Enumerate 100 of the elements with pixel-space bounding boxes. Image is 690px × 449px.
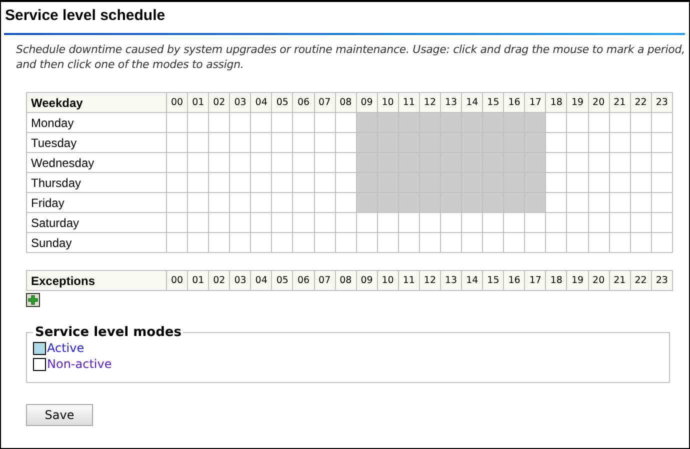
time-slot[interactable] — [292, 172, 314, 192]
time-slot[interactable] — [208, 112, 230, 132]
time-slot[interactable] — [566, 212, 588, 232]
add-exception-button[interactable] — [26, 293, 40, 307]
time-slot[interactable] — [419, 212, 441, 232]
time-slot[interactable] — [230, 232, 251, 252]
time-slot[interactable] — [166, 232, 188, 252]
time-slot[interactable] — [230, 212, 251, 232]
time-slot[interactable] — [630, 232, 652, 252]
time-slot[interactable] — [314, 212, 336, 232]
marked-time-slot[interactable] — [524, 192, 546, 212]
marked-time-slot[interactable] — [356, 132, 378, 152]
time-slot[interactable] — [250, 192, 272, 212]
time-slot[interactable] — [546, 232, 567, 252]
time-slot[interactable] — [609, 152, 630, 172]
marked-time-slot[interactable] — [524, 112, 546, 132]
marked-time-slot[interactable] — [440, 112, 462, 132]
time-slot[interactable] — [188, 212, 209, 232]
time-slot[interactable] — [630, 172, 652, 192]
time-slot[interactable] — [335, 212, 356, 232]
time-slot[interactable] — [208, 192, 230, 212]
time-slot[interactable] — [166, 172, 188, 192]
time-slot[interactable] — [188, 132, 209, 152]
marked-time-slot[interactable] — [356, 192, 378, 212]
time-slot[interactable] — [292, 152, 314, 172]
time-slot[interactable] — [292, 232, 314, 252]
time-slot[interactable] — [462, 212, 483, 232]
time-slot[interactable] — [230, 192, 251, 212]
time-slot[interactable] — [314, 172, 336, 192]
time-slot[interactable] — [250, 232, 272, 252]
time-slot[interactable] — [188, 192, 209, 212]
time-slot[interactable] — [504, 212, 525, 232]
time-slot[interactable] — [314, 192, 336, 212]
time-slot[interactable] — [335, 112, 356, 132]
time-slot[interactable] — [335, 132, 356, 152]
marked-time-slot[interactable] — [377, 192, 398, 212]
time-slot[interactable] — [250, 172, 272, 192]
time-slot[interactable] — [335, 192, 356, 212]
time-slot[interactable] — [230, 112, 251, 132]
time-slot[interactable] — [588, 132, 610, 152]
time-slot[interactable] — [462, 232, 483, 252]
time-slot[interactable] — [398, 232, 420, 252]
marked-time-slot[interactable] — [440, 192, 462, 212]
time-slot[interactable] — [166, 112, 188, 132]
time-slot[interactable] — [230, 132, 251, 152]
time-slot[interactable] — [588, 232, 610, 252]
marked-time-slot[interactable] — [419, 112, 441, 132]
time-slot[interactable] — [356, 212, 378, 232]
time-slot[interactable] — [546, 112, 567, 132]
time-slot[interactable] — [588, 172, 610, 192]
time-slot[interactable] — [272, 152, 293, 172]
time-slot[interactable] — [482, 232, 504, 252]
time-slot[interactable] — [250, 112, 272, 132]
marked-time-slot[interactable] — [462, 192, 483, 212]
time-slot[interactable] — [208, 212, 230, 232]
time-slot[interactable] — [630, 132, 652, 152]
time-slot[interactable] — [356, 232, 378, 252]
time-slot[interactable] — [377, 212, 398, 232]
time-slot[interactable] — [546, 172, 567, 192]
time-slot[interactable] — [188, 112, 209, 132]
time-slot[interactable] — [546, 152, 567, 172]
marked-time-slot[interactable] — [462, 112, 483, 132]
time-slot[interactable] — [419, 232, 441, 252]
time-slot[interactable] — [188, 232, 209, 252]
time-slot[interactable] — [504, 232, 525, 252]
marked-time-slot[interactable] — [398, 192, 420, 212]
time-slot[interactable] — [272, 212, 293, 232]
time-slot[interactable] — [272, 232, 293, 252]
time-slot[interactable] — [609, 172, 630, 192]
time-slot[interactable] — [188, 152, 209, 172]
time-slot[interactable] — [250, 152, 272, 172]
time-slot[interactable] — [188, 172, 209, 192]
marked-time-slot[interactable] — [504, 112, 525, 132]
time-slot[interactable] — [250, 132, 272, 152]
time-slot[interactable] — [630, 112, 652, 132]
time-slot[interactable] — [314, 112, 336, 132]
time-slot[interactable] — [566, 172, 588, 192]
time-slot[interactable] — [524, 212, 546, 232]
marked-time-slot[interactable] — [377, 112, 398, 132]
time-slot[interactable] — [272, 112, 293, 132]
time-slot[interactable] — [546, 212, 567, 232]
time-slot[interactable] — [609, 212, 630, 232]
time-slot[interactable] — [588, 212, 610, 232]
time-slot[interactable] — [314, 132, 336, 152]
time-slot[interactable] — [630, 152, 652, 172]
time-slot[interactable] — [651, 152, 672, 172]
time-slot[interactable] — [377, 232, 398, 252]
marked-time-slot[interactable] — [524, 152, 546, 172]
time-slot[interactable] — [208, 172, 230, 192]
time-slot[interactable] — [272, 172, 293, 192]
time-slot[interactable] — [272, 132, 293, 152]
time-slot[interactable] — [335, 152, 356, 172]
time-slot[interactable] — [588, 152, 610, 172]
time-slot[interactable] — [482, 212, 504, 232]
marked-time-slot[interactable] — [356, 112, 378, 132]
time-slot[interactable] — [609, 192, 630, 212]
time-slot[interactable] — [546, 192, 567, 212]
time-slot[interactable] — [208, 232, 230, 252]
time-slot[interactable] — [546, 132, 567, 152]
time-slot[interactable] — [230, 172, 251, 192]
